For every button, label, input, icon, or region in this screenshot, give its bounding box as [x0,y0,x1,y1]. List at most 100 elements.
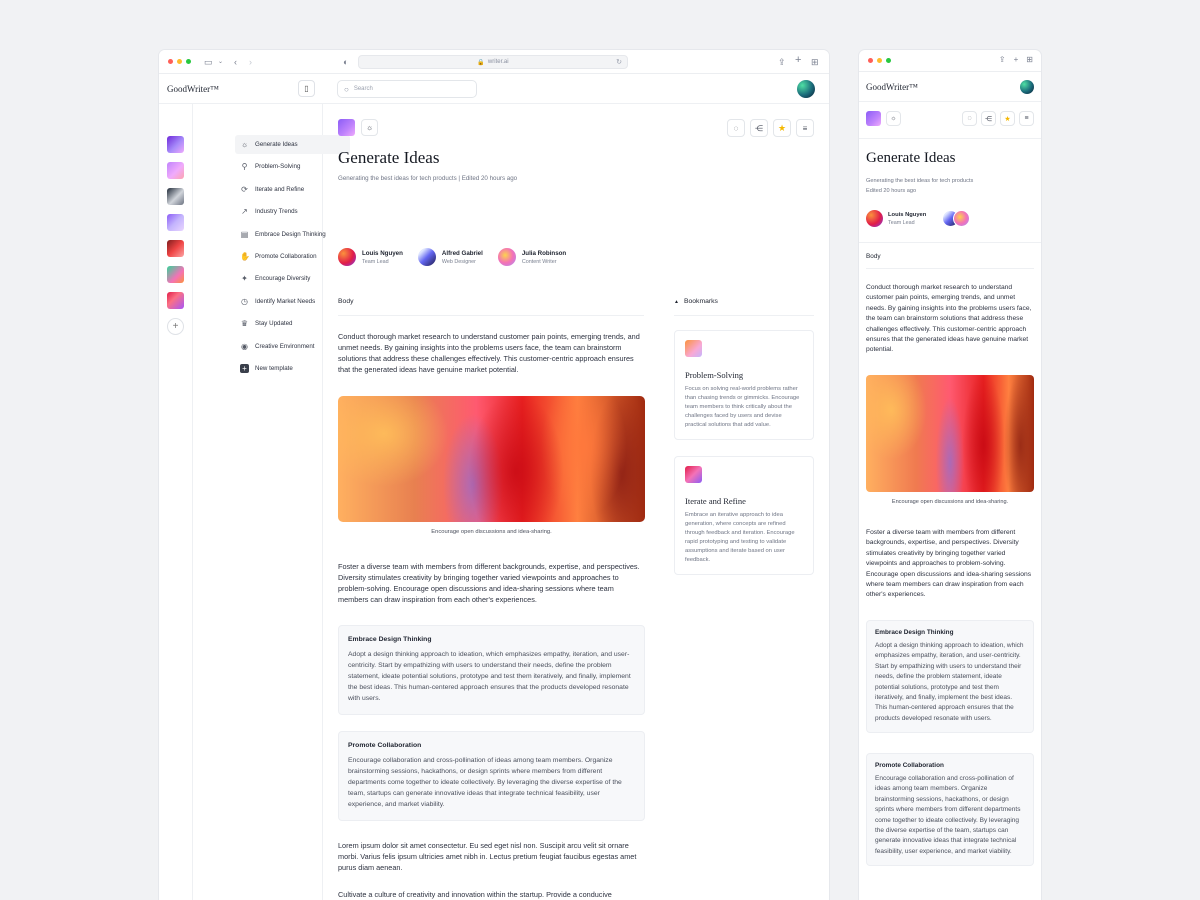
callout-text: Adopt a design thinking approach to idea… [875,642,1024,722]
brand-logo[interactable]: GoodWriter™ [167,84,219,94]
callout-title: Promote Collaboration [348,742,422,749]
comment-button[interactable]: ◌ [962,111,977,126]
document-actions: ◌ ⋲ ★ ≡ [962,111,1034,126]
favorite-button[interactable]: ★ [773,119,791,137]
share-icon[interactable]: ⇪ [778,56,786,68]
author[interactable]: Julia Robinson Content Writer [497,248,566,266]
bookmark-text: Focus on solving real-world problems rat… [685,386,800,428]
bookmark-card[interactable]: Problem-Solving Focus on solving real-wo… [674,330,814,440]
favorite-button[interactable]: ★ [1000,111,1015,126]
author[interactable]: Alfred Gabriel Web Designer [417,248,483,266]
sidebar-item-label: Creative Environment [255,342,315,350]
user-avatar[interactable] [1020,79,1034,94]
share-button[interactable]: ⋲ [981,111,996,126]
minimize-window-button[interactable] [177,59,182,64]
timer-icon: ◷ [241,296,248,306]
author[interactable]: Louis Nguyen Team Lead [866,210,926,227]
sidebar-item-label: Promote Collaboration [255,252,317,260]
body-paragraph: Conduct thorough market research to unde… [338,332,640,374]
page-subtitle: Generating the best ideas for tech produ… [338,175,518,182]
body-section-label: Body [338,298,354,305]
sun-icon: ☼ [890,115,897,122]
workspace-item[interactable] [167,266,184,283]
body-paragraph: Conduct thorough market research to unde… [866,284,1032,354]
minimize-window-button[interactable] [877,58,882,63]
document-thumbnail[interactable] [338,119,355,136]
new-tab-icon[interactable]: + [795,54,801,66]
sliders-icon: ≡ [1024,115,1029,122]
address-bar[interactable]: 🔒 writer.ai ↻ [358,55,628,69]
workspace-item[interactable] [167,136,184,153]
close-window-button[interactable] [868,58,873,63]
back-icon[interactable]: ‹ [234,56,237,68]
tab-overview-icon[interactable]: ⊞ [1026,55,1033,64]
search-box[interactable]: ○ Search [337,80,477,98]
star-icon: ★ [777,122,787,133]
document-thumbnail[interactable] [866,111,881,126]
reload-icon[interactable]: ↻ [616,58,622,66]
privacy-shield-icon[interactable]: ◐ [343,56,348,68]
sidebar: ☼ Generate Ideas ⚲ Problem-Solving ⟳ Iterate … [193,74,350,900]
sidebar-item-label: Problem-Solving [255,163,301,171]
divider [338,315,644,316]
main-browser-window: ▭ ⌄ ‹ › ◐ 🔒 writer.ai ↻ ⇪ + ⊞ + ☼ Generat… [159,50,829,900]
author[interactable]: Louis Nguyen Team Lead [338,248,403,266]
callout-text: Encourage collaboration and cross-pollin… [348,757,622,808]
collapse-sidebar-button[interactable]: ▯ [298,80,315,97]
forward-icon[interactable]: › [249,56,252,68]
maximize-window-button[interactable] [886,58,891,63]
idea-button[interactable]: ☼ [361,119,378,136]
browser-chrome: ▭ ⌄ ‹ › ◐ 🔒 writer.ai ↻ ⇪ + ⊞ [159,50,829,74]
divider [859,138,1041,139]
idea-button[interactable]: ☼ [886,111,901,126]
workspace-item[interactable] [167,214,184,231]
sidebar-toggle-icon[interactable]: ▭ [204,56,213,68]
add-workspace-button[interactable]: + [167,318,184,335]
callout-title: Promote Collaboration [875,762,944,769]
bookmark-text: Embrace an iterative approach to idea ge… [685,512,795,563]
document-icon: ▤ [240,229,249,239]
bookmark-card[interactable]: Iterate and Refine Embrace an iterative … [674,456,814,575]
body-paragraph: Cultivate a culture of creativity and in… [338,890,612,899]
author-list: Louis Nguyen Team Lead Alfred Gabriel Web D… [338,248,566,266]
tab-overview-icon[interactable]: ⊞ [811,56,819,68]
image-caption: Encourage open discussions and idea-shar… [891,499,1009,505]
settings-button[interactable]: ≡ [796,119,814,137]
workspace-item[interactable] [167,188,184,205]
sidebar-item-label: Industry Trends [255,208,298,216]
workspace-item[interactable] [167,292,184,309]
close-window-button[interactable] [168,59,173,64]
share-icon[interactable]: ⇪ [999,55,1006,64]
bookmark-title: Iterate and Refine [685,496,746,506]
author-avatar-stack[interactable] [942,210,970,227]
sliders-icon: ≡ [802,123,808,133]
search-input[interactable]: Search [354,86,373,92]
comment-button[interactable]: ◌ [727,119,745,137]
bookmarks-label: Bookmarks [683,298,718,305]
sun-icon: ☼ [240,140,249,149]
new-tab-icon[interactable]: + [1014,55,1019,64]
callout-text: Encourage collaboration and cross-pollin… [875,775,1021,855]
bookmark-title: Problem-Solving [685,370,744,380]
maximize-window-button[interactable] [186,59,191,64]
settings-button[interactable]: ≡ [1019,111,1034,126]
caret-up-icon: ▲ [674,298,679,305]
browser-actions: ⇪ + ⊞ [999,55,1033,64]
share-button[interactable]: ⋲ [750,119,768,137]
image-caption: Encourage open discussions and idea-shar… [431,529,552,535]
sidebar-panel-icon: ▯ [304,84,309,93]
chevron-down-icon[interactable]: ⌄ [218,56,223,68]
workspace-item[interactable] [167,240,184,257]
user-avatar[interactable] [797,80,815,98]
hero-image [338,396,645,522]
author-role: Web Designer [441,258,476,265]
workspace-item[interactable] [167,162,184,179]
sidebar-item-label: Embrace Design Thinking [255,230,326,238]
star-icon: ★ [1004,115,1011,123]
workspace-rail: + [159,74,193,900]
author-avatar [338,248,356,266]
divider [859,242,1041,243]
lock-icon: 🔒 [477,59,485,66]
brand-logo[interactable]: GoodWriter™ [866,82,918,92]
bookmarks-toggle[interactable]: ▲ Bookmarks [674,298,718,305]
